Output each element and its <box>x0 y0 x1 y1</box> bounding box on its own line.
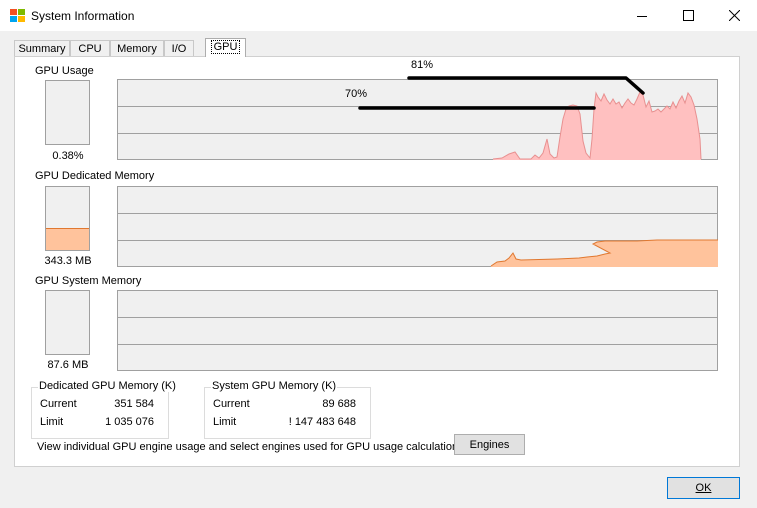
close-button[interactable] <box>711 0 757 31</box>
dedicated-limit-value: 1 035 076 <box>105 416 154 428</box>
annotation-81-label: 81% <box>411 59 434 71</box>
dedicated-memory-value: 343.3 MB <box>44 255 92 267</box>
dedicated-current-value: 351 584 <box>114 398 154 410</box>
system-memory-level-bar <box>45 290 90 355</box>
gpu-usage-level-bar <box>45 80 90 145</box>
dedicated-current-label: Current <box>40 398 77 410</box>
dedicated-gpu-memory-group: Dedicated GPU Memory (K) Current 351 584… <box>31 380 177 439</box>
maximize-button[interactable] <box>665 0 711 31</box>
gpu-tab-panel: GPU Usage 0.38% GPU Dedicated Memory 343… <box>14 56 740 467</box>
dedicated-limit-label: Limit <box>40 416 64 428</box>
tab-memory[interactable]: Memory <box>110 40 164 56</box>
minimize-button[interactable] <box>619 0 665 31</box>
graph-background <box>117 290 718 371</box>
annotation-70-label: 70% <box>345 88 368 100</box>
dedicated-group-title: Dedicated GPU Memory (K) <box>38 380 177 392</box>
system-memory-value: 87.6 MB <box>47 359 89 371</box>
dedicated-memory-level-fill <box>46 227 89 250</box>
system-gpu-memory-group: System GPU Memory (K) Current 89 688 Lim… <box>204 380 371 439</box>
engines-description: View individual GPU engine usage and sel… <box>37 441 467 453</box>
system-current-value: 89 688 <box>322 398 356 410</box>
minimize-icon <box>637 15 647 17</box>
system-information-app-icon <box>10 9 25 22</box>
dedicated-memory-history-graph <box>117 186 718 267</box>
system-group-title: System GPU Memory (K) <box>211 380 338 392</box>
tab-gpu[interactable]: GPU <box>205 38 246 57</box>
system-limit-label: Limit <box>213 416 237 428</box>
maximize-icon <box>682 10 694 21</box>
tab-io[interactable]: I/O <box>164 40 194 56</box>
close-icon <box>728 10 740 21</box>
dedicated-memory-level-bar <box>45 186 90 251</box>
tab-summary[interactable]: Summary <box>14 40 70 56</box>
system-memory-history-graph <box>117 290 718 371</box>
gpu-dedicated-memory-label: GPU Dedicated Memory <box>35 170 155 182</box>
window-title: System Information <box>31 9 135 23</box>
gpu-usage-value: 0.38% <box>52 150 84 162</box>
tab-cpu[interactable]: CPU <box>70 40 110 56</box>
gpu-usage-label: GPU Usage <box>35 65 94 77</box>
system-limit-value: ! 147 483 648 <box>288 416 356 428</box>
title-bar[interactable]: System Information <box>0 0 757 31</box>
ok-button[interactable]: OK <box>667 477 740 499</box>
system-current-label: Current <box>213 398 250 410</box>
gpu-usage-history-graph <box>117 79 718 160</box>
gpu-system-memory-label: GPU System Memory <box>35 275 142 287</box>
engines-button[interactable]: Engines <box>454 434 525 455</box>
